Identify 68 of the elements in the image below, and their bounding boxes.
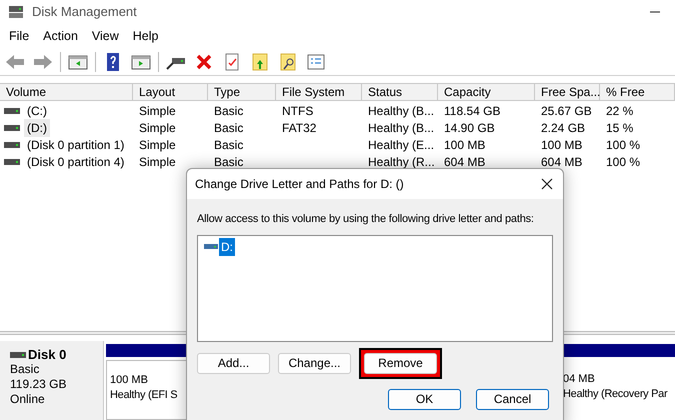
window-title: Disk Management [32,3,137,22]
disk-icon [8,5,24,19]
column-header[interactable]: Capacity [438,84,535,100]
drive-icon [4,158,20,166]
table-cell-text: 100 MB [443,136,486,154]
path-list[interactable]: D: [197,234,553,342]
table-cell-text: Basic [213,136,244,154]
table-cell-text: Simple [138,154,176,170]
drive-icon [204,243,218,250]
partition-status: Healthy (Recovery Par [563,387,668,402]
column-header[interactable]: Type [208,84,276,100]
table-cell-text: 100 % [605,136,640,154]
list-icon[interactable] [305,52,327,72]
table-cell[interactable]: (C:) [24,102,50,120]
menu-item[interactable]: Help [132,26,158,46]
table-cell[interactable]: (Disk 0 partition 1) [24,136,128,154]
table-cell[interactable]: (D:) [24,118,50,136]
table-cell-text: 100 MB [540,136,582,154]
dialog-button[interactable]: Cancel [476,388,549,410]
table-cell-text: 100 % [605,154,640,170]
table-cell-text: Healthy (B... [367,102,434,120]
table-cell-text: Basic [213,154,244,170]
table-cell-text: 604 MB [443,154,486,170]
table-cell-text: 2.24 GB [540,120,586,136]
table-cell-text: Basic [213,102,244,120]
table-cell-text: NTFS [281,102,314,120]
table-cell-text: FAT32 [281,120,316,136]
table-cell-text: 15 % [605,120,634,136]
column-header[interactable]: % Free [600,84,675,100]
table-cell-text: Simple [138,102,176,120]
drive-icon [4,106,20,114]
dialog-button[interactable]: Add... [197,352,270,374]
path-item[interactable]: D: [219,238,235,256]
dialog-button[interactable]: Remove [364,352,437,374]
table-cell-text: Healthy (R... [367,154,435,170]
disk-name: Disk 0 [28,347,66,362]
menu-item[interactable]: View [92,26,119,46]
column-header[interactable]: Layout [133,84,208,100]
column-header[interactable]: Status [362,84,438,100]
drive-icon [4,124,20,132]
table-cell[interactable]: (Disk 0 partition 4) [24,152,128,170]
table-cell-text: 22 % [605,102,634,120]
table-cell-text: 604 MB [540,154,582,170]
drive-icon [10,350,26,358]
disk-status: Online [10,392,46,407]
table-cell-text: Simple [138,136,176,154]
column-header[interactable]: Volume [0,84,133,100]
partition-status: Healthy (EFI S [110,388,178,403]
partition-size: 100 MB [110,373,149,388]
dialog-title: Change Drive Letter and Paths for D: () [195,176,405,193]
dialog-button[interactable]: OK [388,388,461,410]
column-header[interactable]: Free Spa... [535,84,600,100]
disk-type: Basic [10,362,40,377]
drive-icon [4,140,20,148]
column-header[interactable]: File System [276,84,362,100]
dialog-prompt: Allow access to this volume by using the following drive letter and paths: [197,212,534,227]
menu-item[interactable]: File [9,26,30,46]
table-cell-text: Healthy (E... [367,136,434,154]
menu-item[interactable]: Action [43,26,78,46]
table-cell-text: Simple [138,120,176,136]
dialog-button[interactable]: Change... [278,352,351,374]
close-icon[interactable] [541,178,553,190]
table-cell-text: 25.67 GB [540,102,592,120]
disk-size: 119.23 GB [10,377,68,392]
table-cell-text: Healthy (B... [367,120,434,136]
table-cell-text: 14.90 GB [443,120,495,136]
table-cell-text: Basic [213,120,244,136]
table-cell-text: 118.54 GB [443,102,500,120]
